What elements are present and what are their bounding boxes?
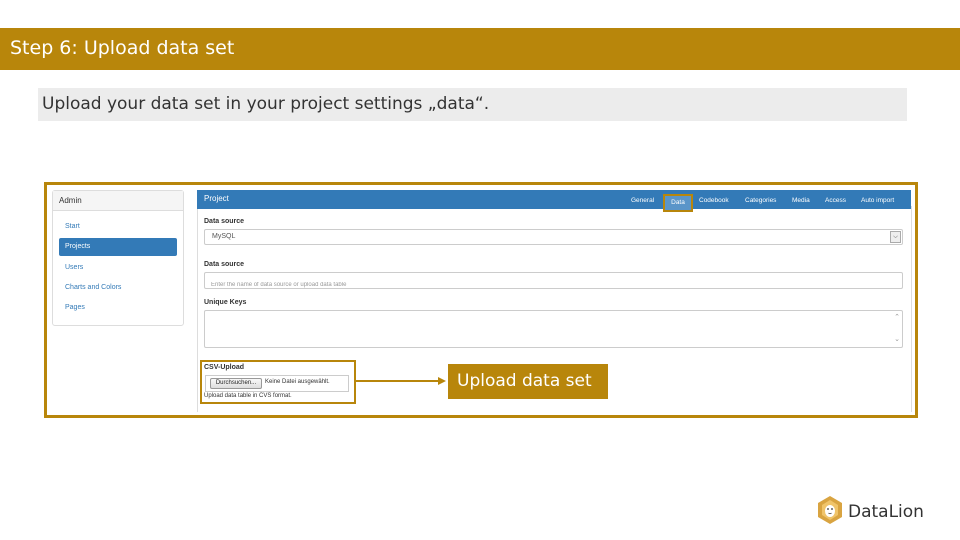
project-panel-title: Project [204, 194, 229, 203]
callout-connector-line [356, 380, 440, 382]
tab-data[interactable]: Data [663, 194, 693, 212]
unique-keys-textarea[interactable]: ⌃ ⌄ [204, 310, 903, 348]
lion-logo-icon [818, 496, 842, 524]
project-panel-header: Project General Codebook Categories Medi… [197, 190, 911, 209]
tab-media[interactable]: Media [792, 197, 810, 204]
unique-keys-label: Unique Keys [204, 299, 247, 306]
logo-text: DataLion [848, 502, 924, 522]
csv-upload-label: CSV-Upload [204, 364, 245, 371]
csv-hint-text: Upload data table in CVS format. [204, 393, 292, 399]
slide-title-bar: Step 6: Upload data set [0, 28, 960, 70]
sidebar-item-users[interactable]: Users [59, 259, 177, 277]
scroll-up-icon[interactable]: ⌃ [894, 313, 900, 321]
data-source-name-label: Data source [204, 261, 245, 268]
upload-callout-text: Upload data set [457, 371, 592, 391]
data-source-selected-value: MySQL [212, 233, 236, 240]
project-panel-right-border [911, 206, 912, 412]
admin-sidebar: Admin Start Projects Users Charts and Co… [52, 190, 184, 326]
instruction-text: Upload your data set in your project set… [42, 94, 490, 114]
tab-categories[interactable]: Categories [745, 197, 776, 204]
sidebar-item-pages[interactable]: Pages [59, 299, 177, 317]
project-panel-left-border [197, 206, 198, 412]
sidebar-item-charts-and-colors[interactable]: Charts and Colors [59, 279, 177, 297]
upload-callout: Upload data set [448, 364, 608, 399]
data-source-label: Data source [204, 218, 245, 225]
tab-data-label: Data [671, 199, 685, 206]
file-status-text: Keine Datei ausgewählt. [265, 379, 330, 385]
slide-title: Step 6: Upload data set [10, 37, 235, 59]
arrow-right-icon [438, 377, 446, 385]
tab-codebook[interactable]: Codebook [699, 197, 729, 204]
chevron-down-icon[interactable]: ⌵ [890, 231, 901, 243]
browse-button[interactable]: Durchsuchen... [210, 378, 262, 389]
data-source-select[interactable]: MySQL ⌵ [204, 229, 903, 245]
tab-access[interactable]: Access [825, 197, 846, 204]
admin-sidebar-title: Admin [53, 191, 183, 211]
sidebar-item-start[interactable]: Start [59, 218, 177, 236]
data-source-name-input[interactable] [211, 278, 891, 292]
scroll-down-icon[interactable]: ⌄ [894, 335, 900, 343]
tab-auto-import[interactable]: Auto import [861, 197, 894, 204]
sidebar-item-projects[interactable]: Projects [59, 238, 177, 256]
tab-general[interactable]: General [631, 197, 654, 204]
csv-file-input[interactable]: Durchsuchen... Keine Datei ausgewählt. [205, 375, 349, 392]
data-source-name-field[interactable] [204, 272, 903, 292]
instruction-banner: Upload your data set in your project set… [38, 88, 907, 121]
